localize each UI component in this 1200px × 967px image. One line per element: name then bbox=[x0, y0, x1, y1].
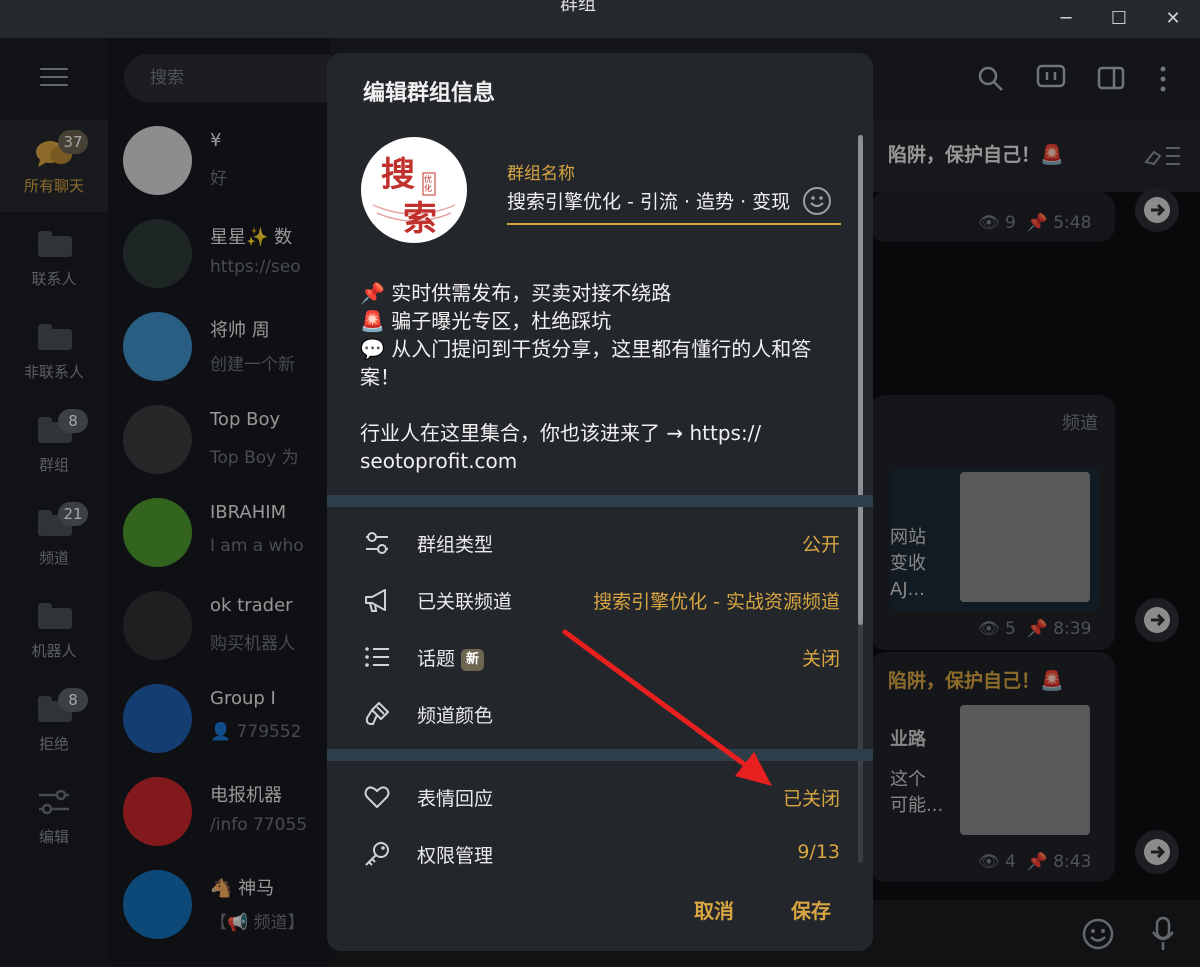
description-line: seotoprofit.com bbox=[360, 449, 518, 473]
description-line bbox=[360, 391, 850, 419]
window-title: 群组 bbox=[560, 0, 596, 15]
emoji-icon[interactable] bbox=[803, 187, 831, 215]
heart-icon bbox=[364, 786, 390, 808]
setting-value: 已关闭 bbox=[782, 788, 840, 810]
setting-value: 公开 bbox=[801, 534, 840, 556]
group-description[interactable]: 📌 实时供需发布，买卖对接不绕路 🚨 骗子曝光专区，杜绝踩坑 💬 从入门提问到干… bbox=[360, 279, 850, 475]
new-badge: 新 bbox=[461, 649, 485, 671]
list-icon bbox=[365, 647, 389, 667]
setting-topics[interactable]: 话题新 关闭 bbox=[327, 629, 873, 685]
setting-label: 话题新 bbox=[417, 644, 485, 671]
key-icon bbox=[365, 842, 389, 866]
sliders-icon bbox=[366, 532, 388, 554]
description-line: 行业人在这里集合，你也该进来了 → https:// bbox=[360, 421, 762, 445]
setting-group-type[interactable]: 群组类型 公开 bbox=[327, 515, 873, 571]
edit-group-dialog: 编辑群组信息 搜 索 优化 群组名称 搜索引擎优化 - 引流 · 造势 · 变现… bbox=[327, 53, 873, 951]
description-line: 案！ bbox=[360, 365, 400, 389]
save-button[interactable]: 保存 bbox=[791, 895, 831, 924]
group-name-underline bbox=[507, 223, 841, 225]
description-line: 🚨 骗子曝光专区，杜绝踩坑 bbox=[360, 309, 612, 333]
cancel-button[interactable]: 取消 bbox=[694, 895, 734, 924]
setting-linked-channel[interactable]: 已关联频道 搜索引擎优化 - 实战资源频道 bbox=[327, 572, 873, 628]
group-name-input[interactable]: 搜索引擎优化 - 引流 · 造势 · 变现 bbox=[507, 187, 807, 214]
section-divider bbox=[327, 749, 873, 761]
setting-label: 频道颜色 bbox=[417, 705, 494, 727]
megaphone-icon bbox=[365, 589, 386, 612]
logo-stamp: 优化 bbox=[424, 175, 432, 193]
setting-channel-color[interactable]: 频道颜色 bbox=[327, 686, 873, 742]
close-button[interactable]: ✕ bbox=[1161, 8, 1185, 30]
brush-icon bbox=[365, 702, 389, 725]
section-divider bbox=[327, 495, 873, 507]
dialog-title: 编辑群组信息 bbox=[363, 81, 496, 106]
window-titlebar: 群组 ─ ☐ ✕ bbox=[0, 0, 1200, 38]
setting-reactions[interactable]: 表情回应 已关闭 bbox=[327, 769, 873, 825]
setting-label: 群组类型 bbox=[417, 534, 494, 556]
setting-label: 权限管理 bbox=[417, 845, 494, 867]
setting-label: 表情回应 bbox=[417, 788, 494, 810]
setting-value: 9/13 bbox=[797, 841, 840, 863]
logo-char-1: 搜 bbox=[381, 155, 415, 195]
logo-char-2: 索 bbox=[403, 199, 437, 239]
group-name-label: 群组名称 bbox=[507, 164, 575, 184]
group-avatar[interactable]: 搜 索 优化 bbox=[361, 137, 467, 243]
setting-value: 关闭 bbox=[801, 648, 840, 670]
description-line: 💬 从入门提问到干货分享，这里都有懂行的人和答 bbox=[360, 337, 812, 361]
setting-label: 已关联频道 bbox=[417, 591, 513, 613]
description-line: 📌 实时供需发布，买卖对接不绕路 bbox=[360, 281, 672, 305]
setting-permissions[interactable]: 权限管理 9/13 bbox=[327, 826, 873, 882]
setting-value: 搜索引擎优化 - 实战资源频道 bbox=[593, 591, 840, 613]
maximize-button[interactable]: ☐ bbox=[1107, 8, 1131, 30]
minimize-button[interactable]: ─ bbox=[1054, 8, 1078, 30]
